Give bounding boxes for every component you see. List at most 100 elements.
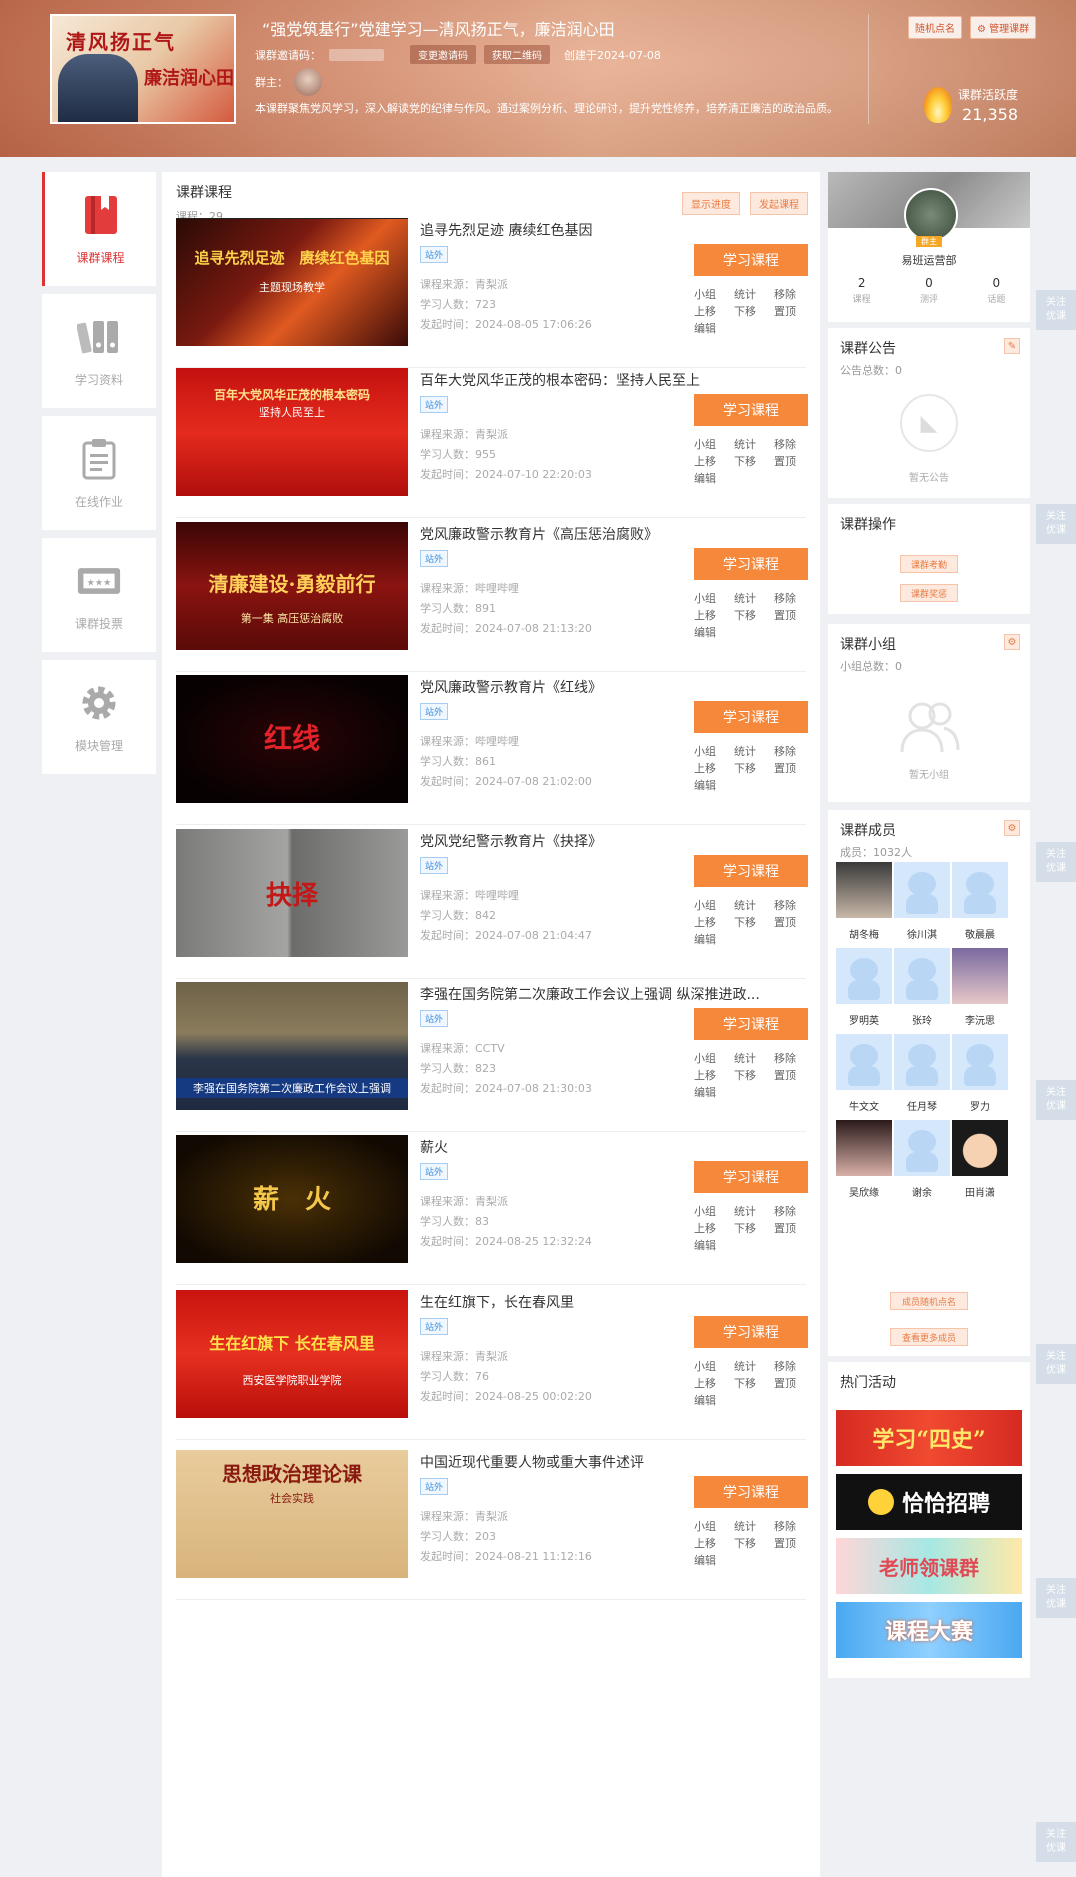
op-move-up[interactable]: 上移 bbox=[694, 1220, 734, 1237]
member-item[interactable]: 敬晨晨 bbox=[952, 862, 1008, 941]
nav-item-courses[interactable]: 课群课程 bbox=[42, 172, 156, 286]
course-thumbnail[interactable]: 清廉建设·勇毅前行 第一集 高压惩治腐败 bbox=[176, 522, 408, 650]
op-pin-top[interactable]: 置顶 bbox=[774, 1535, 814, 1552]
member-item[interactable]: 牛文文 bbox=[836, 1034, 892, 1113]
op-stats[interactable]: 统计 bbox=[734, 1358, 774, 1375]
op-remove[interactable]: 移除 bbox=[774, 897, 814, 914]
banner-four-history[interactable]: 学习“四史” bbox=[836, 1410, 1022, 1466]
study-course-button[interactable]: 学习课程 bbox=[694, 1316, 808, 1348]
op-stats[interactable]: 统计 bbox=[734, 1050, 774, 1067]
op-remove[interactable]: 移除 bbox=[774, 743, 814, 760]
op-move-up[interactable]: 上移 bbox=[694, 760, 734, 777]
op-stats[interactable]: 统计 bbox=[734, 436, 774, 453]
op-edit[interactable]: 编辑 bbox=[694, 1084, 738, 1101]
op-stats[interactable]: 统计 bbox=[734, 1203, 774, 1220]
op-remove[interactable]: 移除 bbox=[774, 1358, 814, 1375]
study-course-button[interactable]: 学习课程 bbox=[694, 394, 808, 426]
op-group[interactable]: 小组 bbox=[694, 1358, 734, 1375]
op-move-down[interactable]: 下移 bbox=[734, 1220, 774, 1237]
op-remove[interactable]: 移除 bbox=[774, 590, 814, 607]
follow-course-tab[interactable]: 关注 优课 bbox=[1036, 842, 1076, 882]
op-remove[interactable]: 移除 bbox=[774, 436, 814, 453]
study-course-button[interactable]: 学习课程 bbox=[694, 1161, 808, 1193]
member-item[interactable]: 罗力 bbox=[952, 1034, 1008, 1113]
banner-contest[interactable]: 课程大赛 bbox=[836, 1602, 1022, 1658]
gear-icon[interactable]: ⚙ bbox=[1004, 634, 1020, 650]
course-thumbnail[interactable]: 李强在国务院第二次廉政工作会议上强调 bbox=[176, 982, 408, 1110]
course-title[interactable]: 中国近现代重要人物或重大事件述评 bbox=[420, 1452, 780, 1472]
op-pin-top[interactable]: 置顶 bbox=[774, 303, 814, 320]
op-edit[interactable]: 编辑 bbox=[694, 470, 738, 487]
member-item[interactable]: 李沅思 bbox=[952, 948, 1008, 1027]
op-group[interactable]: 小组 bbox=[694, 590, 734, 607]
op-remove[interactable]: 移除 bbox=[774, 1203, 814, 1220]
stat-courses[interactable]: 2 课程 bbox=[853, 276, 871, 305]
op-move-down[interactable]: 下移 bbox=[734, 914, 774, 931]
study-course-button[interactable]: 学习课程 bbox=[694, 855, 808, 887]
manage-group-button[interactable]: ⚙ 管理课群 bbox=[970, 16, 1037, 39]
course-thumbnail[interactable]: 思想政治理论课 社会实践 bbox=[176, 1450, 408, 1578]
course-title[interactable]: 李强在国务院第二次廉政工作会议上强调 纵深推进政... bbox=[420, 984, 780, 1004]
op-move-up[interactable]: 上移 bbox=[694, 1535, 734, 1552]
op-pin-top[interactable]: 置顶 bbox=[774, 760, 814, 777]
op-move-up[interactable]: 上移 bbox=[694, 453, 734, 470]
op-pin-top[interactable]: 置顶 bbox=[774, 1220, 814, 1237]
nav-item-modules[interactable]: 模块管理 bbox=[42, 660, 156, 774]
op-edit[interactable]: 编辑 bbox=[694, 320, 738, 337]
study-course-button[interactable]: 学习课程 bbox=[694, 701, 808, 733]
op-move-down[interactable]: 下移 bbox=[734, 607, 774, 624]
follow-course-tab[interactable]: 关注 优课 bbox=[1036, 504, 1076, 544]
follow-course-tab[interactable]: 关注 优课 bbox=[1036, 290, 1076, 330]
get-qrcode-button[interactable]: 获取二维码 bbox=[484, 45, 550, 64]
op-pin-top[interactable]: 置顶 bbox=[774, 1375, 814, 1392]
op-move-down[interactable]: 下移 bbox=[734, 453, 774, 470]
course-title[interactable]: 追寻先烈足迹 赓续红色基因 bbox=[420, 220, 780, 240]
nav-item-materials[interactable]: 学习资料 bbox=[42, 294, 156, 408]
course-thumbnail[interactable]: 百年大党风华正茂的根本密码 坚持人民至上 bbox=[176, 368, 408, 496]
op-remove[interactable]: 移除 bbox=[774, 286, 814, 303]
study-course-button[interactable]: 学习课程 bbox=[694, 1476, 808, 1508]
op-remove[interactable]: 移除 bbox=[774, 1518, 814, 1535]
op-stats[interactable]: 统计 bbox=[734, 743, 774, 760]
course-title[interactable]: 生在红旗下，长在春风里 bbox=[420, 1292, 780, 1312]
op-stats[interactable]: 统计 bbox=[734, 590, 774, 607]
member-random-call-button[interactable]: 成员随机点名 bbox=[890, 1292, 968, 1310]
banner-recruit[interactable]: 恰恰招聘 bbox=[836, 1474, 1022, 1530]
view-more-members-button[interactable]: 查看更多成员 bbox=[890, 1328, 968, 1346]
op-stats[interactable]: 统计 bbox=[734, 897, 774, 914]
course-thumbnail[interactable]: 薪 火 bbox=[176, 1135, 408, 1263]
follow-course-tab[interactable]: 关注 优课 bbox=[1036, 1822, 1076, 1862]
course-title[interactable]: 百年大党风华正茂的根本密码：坚持人民至上 bbox=[420, 370, 780, 390]
follow-course-tab[interactable]: 关注 优课 bbox=[1036, 1578, 1076, 1618]
nav-item-homework[interactable]: 在线作业 bbox=[42, 416, 156, 530]
op-group[interactable]: 小组 bbox=[694, 897, 734, 914]
course-title[interactable]: 薪火 bbox=[420, 1137, 780, 1157]
op-edit[interactable]: 编辑 bbox=[694, 1552, 738, 1569]
op-stats[interactable]: 统计 bbox=[734, 1518, 774, 1535]
op-move-up[interactable]: 上移 bbox=[694, 914, 734, 931]
change-invite-button[interactable]: 变更邀请码 bbox=[410, 45, 476, 64]
op-edit[interactable]: 编辑 bbox=[694, 624, 738, 641]
random-call-button[interactable]: 随机点名 bbox=[908, 16, 962, 39]
op-move-down[interactable]: 下移 bbox=[734, 303, 774, 320]
op-pin-top[interactable]: 置顶 bbox=[774, 453, 814, 470]
op-edit[interactable]: 编辑 bbox=[694, 1392, 738, 1409]
op-edit[interactable]: 编辑 bbox=[694, 1237, 738, 1254]
op-pin-top[interactable]: 置顶 bbox=[774, 607, 814, 624]
study-course-button[interactable]: 学习课程 bbox=[694, 244, 808, 276]
op-move-down[interactable]: 下移 bbox=[734, 1375, 774, 1392]
member-item[interactable]: 吴欣缘 bbox=[836, 1120, 892, 1199]
follow-course-tab[interactable]: 关注 优课 bbox=[1036, 1344, 1076, 1384]
op-stats[interactable]: 统计 bbox=[734, 286, 774, 303]
course-title[interactable]: 党风廉政警示教育片《高压惩治腐败》 bbox=[420, 524, 780, 544]
op-group[interactable]: 小组 bbox=[694, 286, 734, 303]
attendance-button[interactable]: 课群考勤 bbox=[900, 555, 958, 573]
profile-avatar[interactable] bbox=[904, 188, 958, 242]
reward-button[interactable]: 课群奖惩 bbox=[900, 584, 958, 602]
op-move-up[interactable]: 上移 bbox=[694, 1067, 734, 1084]
banner-teacher-group[interactable]: 老师领课群 bbox=[836, 1538, 1022, 1594]
op-group[interactable]: 小组 bbox=[694, 1203, 734, 1220]
course-thumbnail[interactable]: 抉择 bbox=[176, 829, 408, 957]
op-move-down[interactable]: 下移 bbox=[734, 760, 774, 777]
course-thumbnail[interactable]: 红线 bbox=[176, 675, 408, 803]
